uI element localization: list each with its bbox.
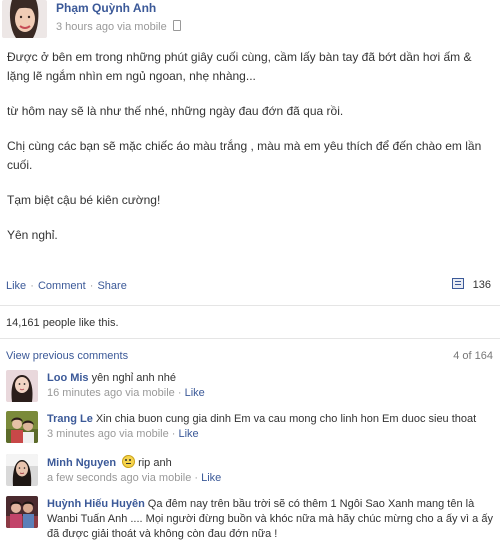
commenter-avatar[interactable]: [6, 496, 38, 528]
comments-count-indicator: 4 of 164: [453, 350, 493, 362]
comment-button[interactable]: Comment: [38, 280, 86, 292]
post-body: Được ở bên em trong những phút giây cuối…: [7, 48, 493, 261]
comment-via: via mobile: [141, 472, 192, 484]
comment-time[interactable]: 16 minutes ago: [47, 387, 122, 399]
separator-dot: ·: [30, 280, 34, 292]
comment-content: Minh Nguyen rip anh a few seconds ago via…: [47, 455, 493, 486]
comment-content: Loo Mis yên nghỉ anh nhé 16 minutes ago v…: [47, 371, 493, 401]
comment-text: rip anh: [138, 457, 172, 469]
post-via: via mobile: [117, 21, 167, 33]
comment-author[interactable]: Trang Le: [47, 413, 93, 425]
comment-bubble-icon: [451, 278, 464, 289]
separator-dot: ·: [177, 387, 182, 399]
comment-time[interactable]: 3 minutes ago: [47, 428, 116, 440]
post-action-bar: Like · Comment · Share 136: [6, 278, 494, 294]
like-button[interactable]: Like: [6, 280, 26, 292]
post-paragraph: từ hôm nay sẽ là như thế nhé, những ngày…: [7, 104, 344, 118]
commenter-avatar[interactable]: [6, 370, 38, 402]
post-paragraph: Yên nghỉ.: [7, 228, 58, 242]
comment-text: Xin chia buon cung gia dinh Em va cau mo…: [95, 413, 477, 425]
comment-content: Trang Le Xin chia buon cung gia dinh Em v…: [47, 412, 493, 442]
post-paragraph: Được ở bên em trong những phút giây cuối…: [7, 50, 472, 83]
smiley-emoji-icon: [122, 455, 136, 468]
comment-author[interactable]: Minh Nguyen: [47, 457, 116, 469]
mobile-phone-icon: [172, 20, 181, 31]
comment-like-link[interactable]: Like: [179, 428, 199, 440]
comment-author[interactable]: Huỳnh Hiếu Huyên: [47, 498, 145, 510]
author-name[interactable]: Phạm Quỳnh Anh: [56, 1, 156, 15]
comment-like-link[interactable]: Like: [185, 387, 205, 399]
comment-count-value: 136: [472, 279, 491, 291]
post-time[interactable]: 3 hours ago: [56, 21, 114, 33]
view-previous-comments-link[interactable]: View previous comments: [6, 350, 128, 362]
separator-dot: ·: [194, 472, 199, 484]
post-meta: 3 hours ago via mobile: [56, 20, 181, 33]
commenter-avatar[interactable]: [6, 411, 38, 443]
separator-dot: ·: [171, 428, 176, 440]
comment-like-link[interactable]: Like: [201, 472, 221, 484]
post-paragraph: Tạm biệt cậu bé kiên cường!: [7, 193, 161, 207]
post-header: Phạm Quỳnh Anh 3 hours ago via mobile: [0, 0, 500, 40]
separator-dot: ·: [89, 280, 94, 292]
likes-summary[interactable]: 14,161 people like this.: [6, 317, 119, 329]
comment-content: Huỳnh Hiếu Huyên Qa đêm nay trên bầu trời…: [47, 497, 493, 542]
comment-author[interactable]: Loo Mis: [47, 372, 89, 384]
comment-via: via mobile: [119, 428, 169, 440]
comment-count[interactable]: 136: [451, 278, 491, 291]
comment-text: yên nghỉ anh nhé: [91, 372, 176, 384]
share-button[interactable]: Share: [97, 280, 126, 292]
commenter-avatar[interactable]: [6, 454, 38, 486]
divider: [0, 338, 500, 339]
post-paragraph: Chị cùng các bạn sẽ mặc chiếc áo màu trắ…: [7, 139, 482, 172]
author-avatar[interactable]: [2, 0, 47, 38]
divider: [0, 305, 500, 306]
comment-via: via mobile: [125, 387, 175, 399]
comment-time[interactable]: a few seconds ago: [47, 472, 139, 484]
